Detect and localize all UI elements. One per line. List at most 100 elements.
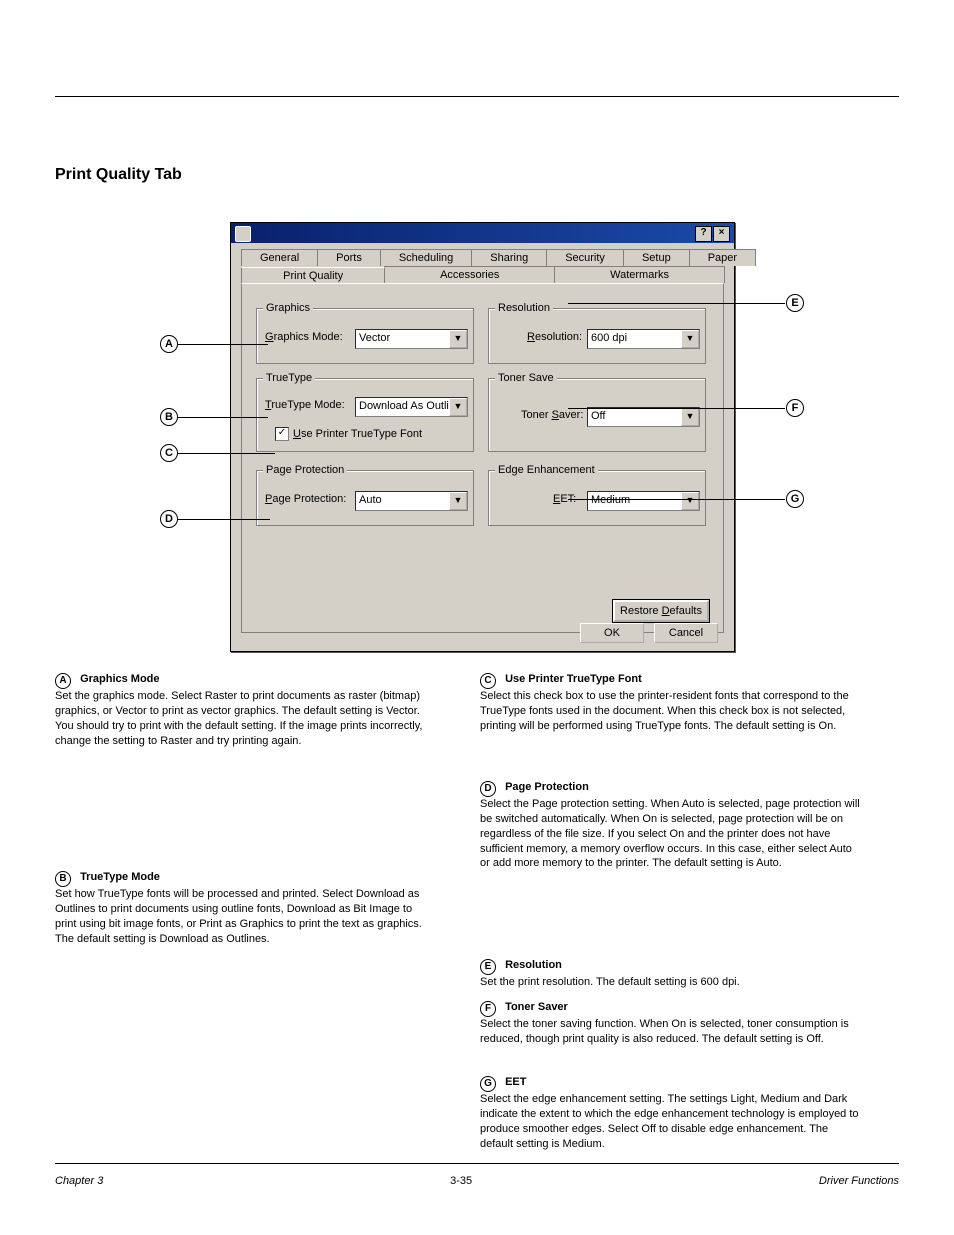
desc-circle-b: B (55, 871, 71, 887)
restore-defaults-button[interactable]: Restore Defaults (613, 600, 709, 622)
desc-a: A Graphics Mode Set the graphics mode. S… (55, 672, 435, 748)
page-footer: Chapter 3 3-35 Driver Functions (55, 1175, 899, 1187)
cancel-button[interactable]: Cancel (654, 623, 718, 643)
top-rule (55, 96, 899, 97)
leader-a (178, 344, 268, 345)
tab-setup[interactable]: Setup (623, 249, 690, 266)
combo-toner-saver[interactable]: Off ▼ (587, 407, 700, 427)
legend-edge: Edge Enhancement (495, 464, 598, 476)
tab-general[interactable]: General (241, 249, 318, 266)
leader-d (178, 519, 270, 520)
chevron-down-icon[interactable]: ▼ (681, 492, 699, 510)
tab-scheduling[interactable]: Scheduling (380, 249, 472, 266)
callout-f: F (786, 399, 804, 417)
tab-sharing[interactable]: Sharing (471, 249, 547, 266)
desc-e-label: Resolution (505, 959, 562, 971)
desc-f-label: Toner Saver (505, 1001, 568, 1013)
document-page: Print Quality Tab ? × General Ports Sche… (0, 0, 954, 1235)
leader-f (568, 408, 785, 409)
section-title: Print Quality Tab (55, 166, 182, 184)
leader-e (568, 303, 785, 304)
legend-toner: Toner Save (495, 372, 557, 384)
desc-f: F Toner Saver Select the toner saving fu… (480, 1000, 860, 1047)
desc-g-label: EET (505, 1076, 526, 1088)
dialog-window: ? × General Ports Scheduling Sharing Sec… (230, 222, 735, 652)
close-button[interactable]: × (713, 226, 730, 242)
legend-graphics: Graphics (263, 302, 313, 314)
desc-circle-e: E (480, 959, 496, 975)
callout-c: C (160, 444, 178, 462)
titlebar: ? × (231, 223, 734, 243)
help-button[interactable]: ? (695, 226, 712, 242)
desc-c-label: Use Printer TrueType Font (505, 673, 642, 685)
desc-e: E Resolution Set the print resolution. T… (480, 958, 860, 990)
callout-b: B (160, 408, 178, 426)
chevron-down-icon[interactable]: ▼ (681, 330, 699, 348)
chevron-down-icon[interactable]: ▼ (681, 408, 699, 426)
leader-c (178, 453, 275, 454)
tab-body: Graphics Graphics Mode: Vector ▼ Resoluti… (241, 283, 724, 633)
group-toner: Toner Save Toner Saver: Off▼ (488, 378, 706, 452)
desc-c-text: Select this check box to use the printer… (480, 690, 849, 732)
combo-resolution[interactable]: 600 dpi ▼ (587, 329, 700, 349)
footer-page: 3-35 (450, 1175, 472, 1187)
footer-chapter: Chapter 3 (55, 1175, 103, 1187)
callout-a: A (160, 335, 178, 353)
tab-print-quality[interactable]: Print Quality (241, 267, 385, 284)
label-resolution: Resolution: (527, 331, 582, 343)
legend-pageprot: Page Protection (263, 464, 347, 476)
callout-d: D (160, 510, 178, 528)
desc-circle-g: G (480, 1076, 496, 1092)
tab-security[interactable]: Security (546, 249, 624, 266)
desc-d-label: Page Protection (505, 781, 589, 793)
checkbox-use-printer-font[interactable]: ✓ (275, 427, 289, 441)
tab-accessories[interactable]: Accessories (384, 266, 555, 283)
leader-g (568, 499, 785, 500)
chevron-down-icon[interactable]: ▼ (449, 492, 467, 510)
tab-watermarks[interactable]: Watermarks (554, 266, 725, 283)
combo-eet[interactable]: Medium ▼ (587, 491, 700, 511)
combo-pageprot-value: Auto (359, 494, 382, 506)
group-edge: Edge Enhancement EET: Medium▼ (488, 470, 706, 526)
combo-graphics-mode[interactable]: Vector ▼ (355, 329, 468, 349)
leader-b (178, 417, 268, 418)
combo-truetype-mode[interactable]: Download As Outlines▼ (355, 397, 468, 417)
label-use-printer-font: Use Printer TrueType Font (293, 428, 422, 440)
desc-e-text: Set the print resolution. The default se… (480, 976, 740, 988)
combo-eet-value: Medium (591, 494, 630, 506)
chevron-down-icon[interactable]: ▼ (449, 398, 467, 416)
tab-ports[interactable]: Ports (317, 249, 381, 266)
combo-resolution-value: 600 dpi (591, 332, 627, 344)
desc-circle-c: C (480, 673, 496, 689)
desc-f-text: Select the toner saving function. When O… (480, 1018, 849, 1045)
desc-circle-d: D (480, 781, 496, 797)
label-graphics-mode: Graphics Mode: (265, 331, 343, 343)
footer-note: Driver Functions (819, 1175, 899, 1187)
desc-a-text: Set the graphics mode. Select Raster to … (55, 690, 422, 747)
desc-circle-a: A (55, 673, 71, 689)
callout-e: E (786, 294, 804, 312)
chevron-down-icon[interactable]: ▼ (449, 330, 467, 348)
group-pageprot: Page Protection Page Protection: Auto▼ (256, 470, 474, 526)
bottom-rule (55, 1163, 899, 1164)
legend-resolution: Resolution (495, 302, 553, 314)
callout-g: G (786, 490, 804, 508)
combo-graphics-value: Vector (359, 332, 390, 344)
group-truetype: TrueType TrueType Mode: Download As Outl… (256, 378, 474, 452)
desc-g: G EET Select the edge enhancement settin… (480, 1075, 860, 1151)
combo-toner-value: Off (591, 410, 605, 422)
ok-button[interactable]: OK (580, 623, 644, 643)
desc-a-label: Graphics Mode (80, 673, 159, 685)
desc-g-text: Select the edge enhancement setting. The… (480, 1093, 859, 1150)
label-toner-saver: Toner Saver: (521, 409, 583, 421)
label-truetype-mode: TrueType Mode: (265, 399, 345, 411)
combo-page-protection[interactable]: Auto ▼ (355, 491, 468, 511)
desc-circle-f: F (480, 1001, 496, 1017)
desc-b: B TrueType Mode Set how TrueType fonts w… (55, 870, 435, 946)
group-resolution: Resolution Resolution: 600 dpi▼ (488, 308, 706, 364)
label-page-protection: Page Protection: (265, 493, 346, 505)
group-graphics: Graphics Graphics Mode: Vector▼ (256, 308, 474, 364)
legend-truetype: TrueType (263, 372, 315, 384)
desc-b-text: Set how TrueType fonts will be processed… (55, 888, 422, 945)
tab-paper[interactable]: Paper (689, 249, 756, 266)
